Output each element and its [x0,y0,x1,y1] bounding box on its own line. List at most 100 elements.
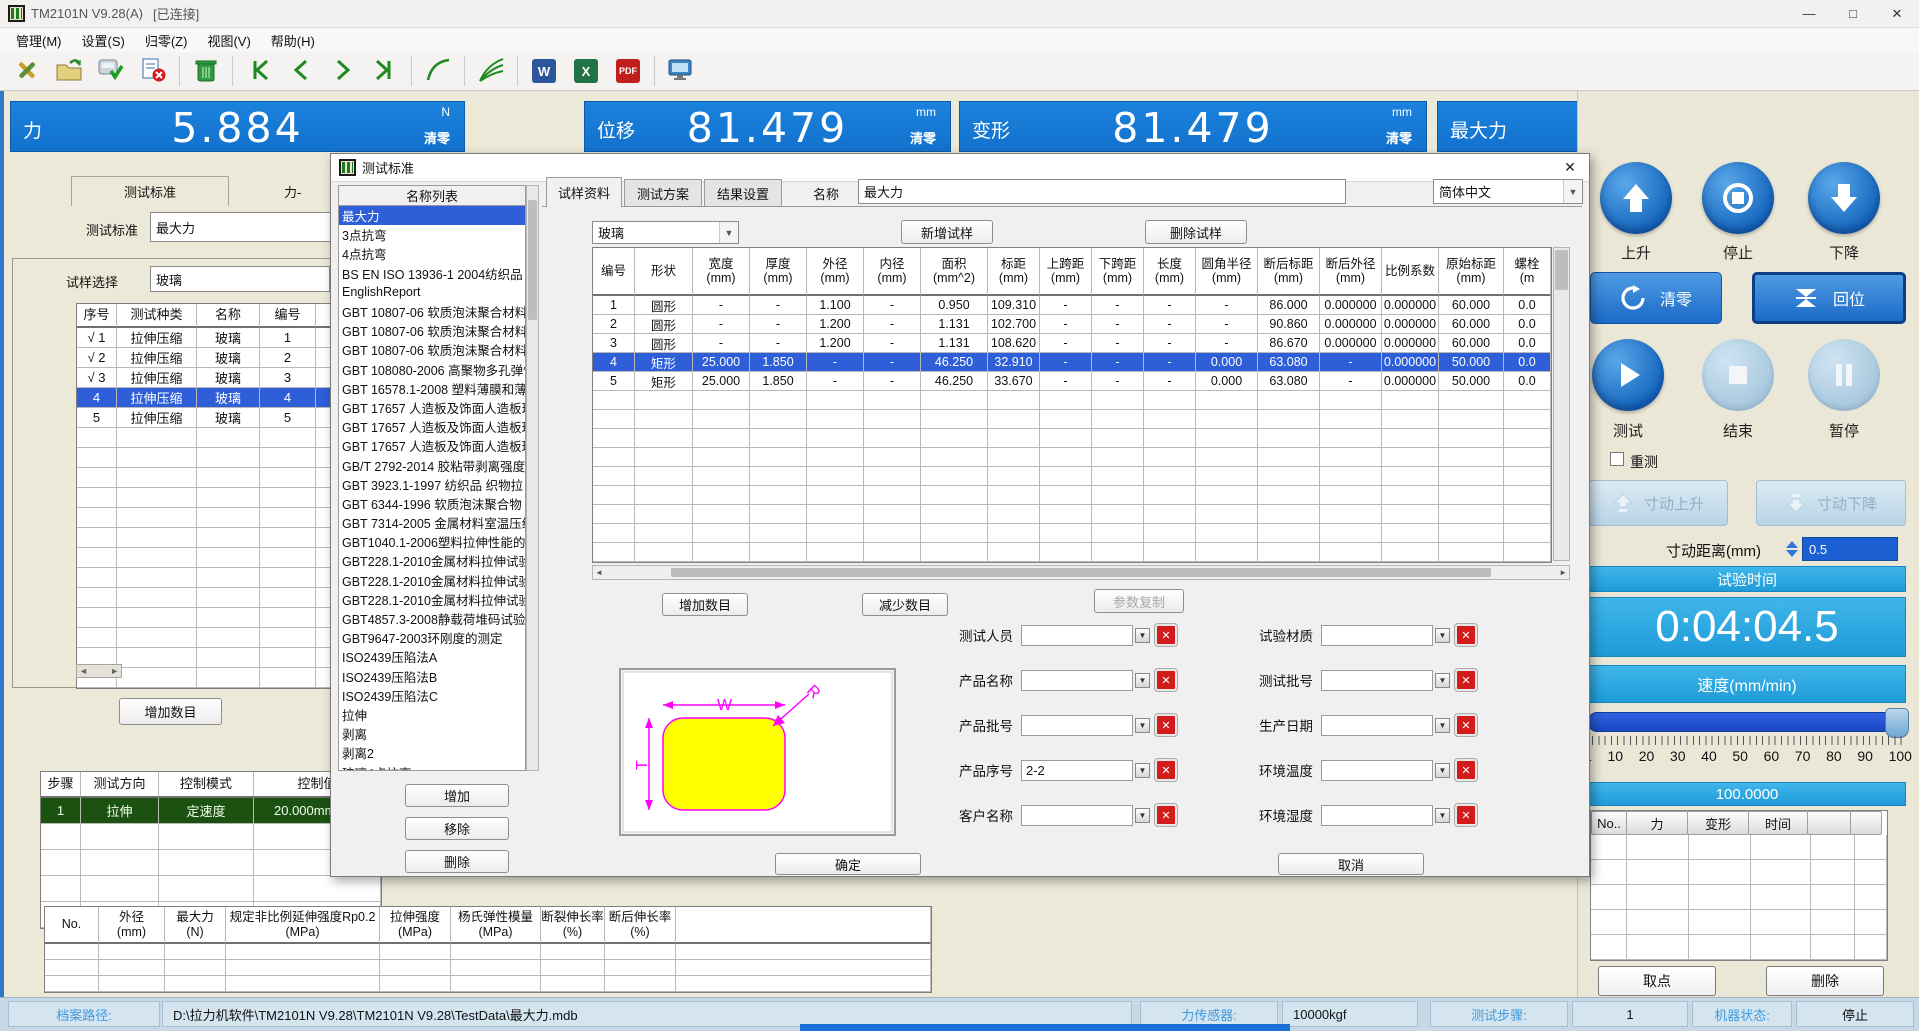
standard-list-item[interactable]: EnglishReport [339,283,525,302]
table-row[interactable]: 3圆形--1.200-1.131108.620----86.6700.00000… [593,334,1551,353]
language-select[interactable]: 简体中文▼ [1433,179,1583,204]
spec-vscroll-thumb[interactable] [1555,250,1568,290]
table-row-empty[interactable] [1591,935,1887,960]
standard-list-item[interactable]: GBT 6344-1996 软质泡沫聚合物 [339,494,525,513]
clear-field-icon[interactable]: ✕ [1455,669,1477,691]
chevron-down-icon[interactable]: ▼ [1135,808,1150,823]
toolbar-button-report-delete[interactable] [133,55,173,88]
table-row-empty[interactable] [1591,885,1887,910]
table-row-empty[interactable] [41,876,381,902]
menu-item-3[interactable]: 视图(V) [197,29,260,52]
chevron-down-icon[interactable]: ▼ [1435,808,1450,823]
standard-list-item[interactable]: GBT 10807-06 软质泡沫聚合材料 [339,302,525,321]
toolbar-button-open-folder[interactable] [49,55,89,88]
tab-specimen-data[interactable]: 试样资料 [546,177,622,207]
tab-result-settings[interactable]: 结果设置 [704,179,782,206]
speed-slider[interactable] [1588,712,1908,732]
standard-list-item[interactable]: GBT1040.1-2006塑料拉伸性能的 [339,532,525,551]
toolbar-button-monitor[interactable] [661,55,701,88]
table-row-empty[interactable] [1591,910,1887,935]
toolbar-button-curves[interactable] [471,55,511,88]
table-row[interactable]: 5矩形25.0001.850--46.25033.670---0.00063.0… [593,372,1551,391]
column-header[interactable] [1850,811,1882,835]
jog-distance-spinner[interactable] [1786,537,1798,561]
column-header[interactable]: No.. [1591,811,1627,835]
tab-test-standard[interactable]: 测试标准 [71,176,229,206]
environment-field-input[interactable] [1321,760,1433,781]
chevron-down-icon[interactable]: ▼ [1135,718,1150,733]
standard-list-item[interactable]: ISO2439压陷法C [339,686,525,705]
standard-list-item[interactable]: ISO2439压陷法A [339,647,525,666]
standard-list-item[interactable]: GB/T 2792-2014 胶粘带剥离强度 [339,455,525,474]
chevron-down-icon[interactable]: ▼ [719,222,738,243]
chevron-down-icon[interactable]: ▼ [1135,673,1150,688]
spec-hscroll-thumb[interactable] [671,568,1491,577]
column-header[interactable]: 时间 [1748,811,1808,835]
spec-table-vscrollbar[interactable] [1553,247,1570,561]
standard-list-item[interactable]: 剥离2 [339,743,525,762]
delete-point-button[interactable]: 删除 [1766,966,1884,996]
toolbar-button-trash[interactable] [186,55,226,88]
standard-list-item[interactable]: ISO2439压陷法B [339,667,525,686]
toolbar-button-next[interactable] [323,55,363,88]
standard-list-item[interactable]: GBT 17657 人造板及饰面人造板理 [339,436,525,455]
sample-table-hscrollbar[interactable]: ◄► [76,664,122,678]
clear-field-icon[interactable]: ✕ [1155,714,1177,736]
clear-button[interactable]: 清零 [910,128,936,147]
table-row-empty[interactable] [45,960,931,976]
add-specimen-button[interactable]: 新增试样 [901,220,993,244]
table-row-empty[interactable] [1591,835,1887,860]
pick-point-button[interactable]: 取点 [1598,966,1716,996]
chevron-down-icon[interactable]: ▼ [1135,763,1150,778]
dialog-title-bar[interactable]: 测试标准 ✕ [331,154,1589,182]
menu-item-1[interactable]: 设置(S) [72,29,135,52]
chevron-down-icon[interactable]: ▼ [1135,628,1150,643]
cancel-button[interactable]: 取消 [1278,853,1424,875]
list-vscroll-thumb[interactable] [528,200,537,320]
standard-list-item[interactable]: 4点抗弯 [339,244,525,263]
table-row[interactable]: 4矩形25.0001.850--46.25032.910---0.00063.0… [593,353,1551,372]
clear-button[interactable]: 清零 [1386,128,1412,147]
chevron-down-icon[interactable]: ▼ [1563,180,1582,203]
scroll-left-icon[interactable]: ◄ [595,568,603,577]
chevron-down-icon[interactable]: ▼ [1435,628,1450,643]
product-field-input[interactable] [1021,715,1133,736]
menu-item-4[interactable]: 帮助(H) [261,29,325,52]
table-row-empty[interactable] [593,505,1551,524]
list-delete-button[interactable]: 删除 [405,850,509,873]
standard-list-item[interactable]: GBT9647-2003环刚度的测定 [339,628,525,647]
table-row-empty[interactable] [593,448,1551,467]
tab-force-curve[interactable]: 力- [284,182,301,201]
spin-down-icon[interactable] [1786,550,1798,557]
sub-count-button[interactable]: 减少数目 [862,593,948,616]
sample-select-input[interactable]: 玻璃 [150,266,330,292]
clear-field-icon[interactable]: ✕ [1155,624,1177,646]
spin-up-icon[interactable] [1786,541,1798,548]
spec-table-hscrollbar[interactable]: ◄► [592,565,1570,580]
specimen-select[interactable]: 玻璃▼ [592,221,739,244]
table-row-empty[interactable] [45,944,931,960]
end-button[interactable] [1702,339,1774,411]
clear-field-icon[interactable]: ✕ [1455,624,1477,646]
clear-field-icon[interactable]: ✕ [1455,759,1477,781]
column-header[interactable]: 力 [1626,811,1688,835]
environment-field-input[interactable] [1321,805,1433,826]
product-field-input[interactable] [1021,670,1133,691]
list-add-button[interactable]: 增加 [405,784,509,807]
delete-specimen-button[interactable]: 删除试样 [1145,220,1247,244]
column-header[interactable] [1807,811,1851,835]
toolbar-button-excel[interactable]: X [566,55,606,88]
jog-down-button[interactable]: 寸动下降 [1756,480,1906,526]
environment-field-input[interactable] [1321,715,1433,736]
list-vscrollbar[interactable] [526,185,539,771]
table-row-empty[interactable] [593,524,1551,543]
toolbar-button-tools[interactable] [7,55,47,88]
add-count-button[interactable]: 增加数目 [662,593,748,616]
toolbar-button-word[interactable]: W [524,55,564,88]
standard-list-item[interactable]: GBT228.1-2010金属材料拉伸试验 [339,551,525,570]
standard-list-item[interactable]: GBT 16578.1-2008 塑料薄膜和薄 [339,379,525,398]
chevron-down-icon[interactable]: ▼ [1435,763,1450,778]
standard-list-item[interactable]: 拉伸 [339,705,525,724]
table-row-empty[interactable] [593,543,1551,562]
chevron-down-icon[interactable]: ▼ [1435,673,1450,688]
